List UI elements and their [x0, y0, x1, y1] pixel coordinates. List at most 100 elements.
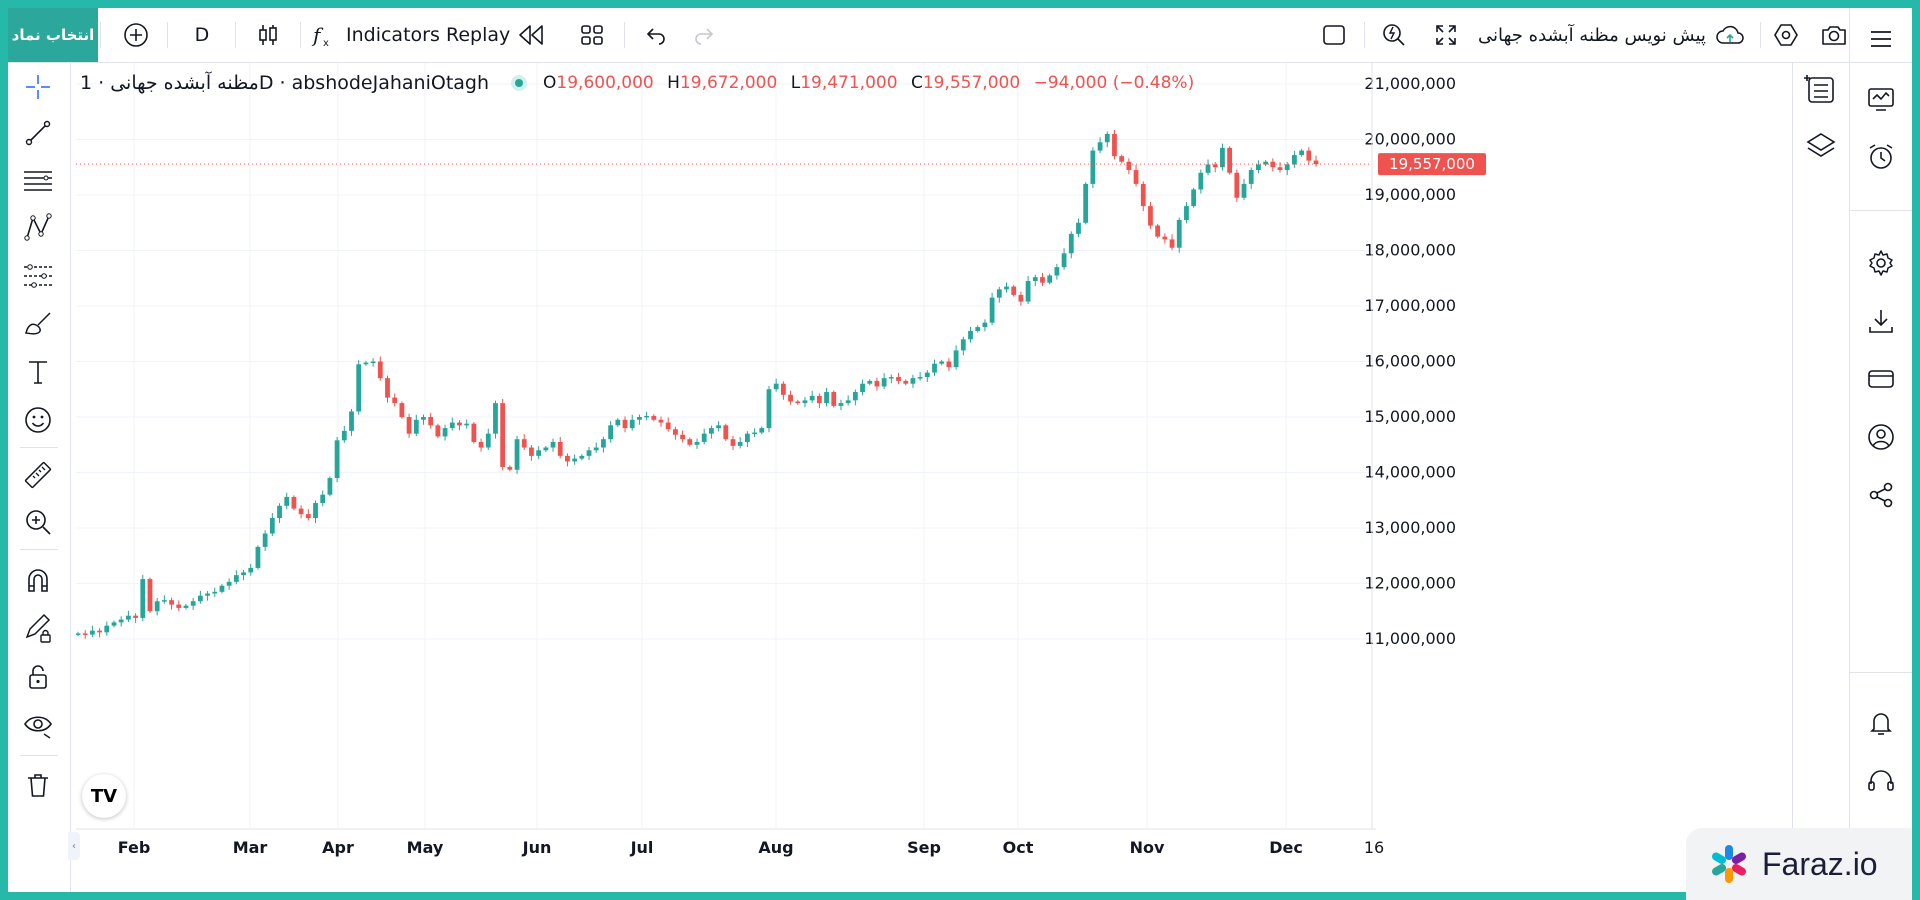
- brush-tool[interactable]: [21, 307, 55, 341]
- candle-body: [802, 400, 808, 404]
- candle-body: [694, 441, 700, 445]
- chart-type-button[interactable]: [248, 8, 288, 62]
- candle-body: [744, 433, 750, 442]
- candle-body: [284, 496, 290, 506]
- fullscreen-button[interactable]: [1426, 8, 1466, 62]
- layout-save-button[interactable]: پیش نویس مظنه آبشده جهانی: [1478, 8, 1708, 62]
- candle-body: [1241, 183, 1247, 198]
- candle-body: [161, 600, 167, 602]
- payment-button[interactable]: [1864, 362, 1898, 396]
- time-tick-label: May: [407, 838, 444, 857]
- expand-icon: [1436, 25, 1456, 45]
- interval-button[interactable]: D: [184, 8, 220, 62]
- cloud-save-button[interactable]: [1710, 8, 1750, 62]
- redo-icon: [695, 28, 714, 45]
- support-icon: [1868, 770, 1894, 791]
- measure-tool[interactable]: [21, 458, 55, 492]
- candle-body: [298, 508, 304, 515]
- candle-body: [313, 503, 318, 519]
- candle-body: [601, 439, 606, 448]
- candle-body: [507, 466, 513, 470]
- candle-body: [637, 417, 642, 420]
- support-button[interactable]: [1864, 764, 1898, 798]
- layout-button[interactable]: [572, 8, 612, 62]
- undo-icon: [646, 28, 665, 45]
- time-tick-label: Dec: [1269, 838, 1303, 857]
- indicators-button[interactable]: fx Indicators: [310, 8, 450, 62]
- fullscreen-box-button[interactable]: [1314, 8, 1354, 62]
- low-value: 19,471,000: [800, 73, 898, 93]
- candle-body: [1212, 164, 1218, 168]
- toolbar-collapse-handle[interactable]: ‹: [68, 832, 80, 860]
- text-tool[interactable]: [21, 355, 55, 389]
- candle-body: [572, 458, 578, 462]
- trend-line-tool[interactable]: [21, 116, 55, 150]
- watchlist-add-button[interactable]: [1803, 71, 1839, 107]
- symbol-search-button[interactable]: انتخاب نماد: [8, 8, 98, 62]
- candle-body: [1234, 172, 1240, 198]
- candle-body: [421, 417, 426, 420]
- candle-body: [269, 518, 275, 534]
- candle-body: [737, 441, 743, 446]
- replay-button[interactable]: Replay: [446, 8, 562, 62]
- candle-body: [608, 425, 614, 440]
- fib-tool[interactable]: [21, 164, 55, 198]
- candle-body: [903, 380, 909, 384]
- undo-button[interactable]: [636, 8, 676, 62]
- settings-hex-button[interactable]: [1766, 8, 1806, 62]
- candle-body: [449, 422, 455, 429]
- candle-body: [1119, 156, 1125, 162]
- list-add-icon: [1804, 75, 1834, 103]
- candle-body: [932, 363, 937, 373]
- market-status-dot[interactable]: [511, 75, 528, 91]
- candle-body: [996, 289, 1002, 298]
- drawing-toolbar: [8, 63, 71, 892]
- profile-button[interactable]: [1864, 420, 1898, 454]
- candle-body: [838, 403, 844, 406]
- trash-icon: [28, 774, 48, 797]
- redo-button[interactable]: [684, 8, 724, 62]
- alerts-button[interactable]: [1864, 140, 1898, 174]
- lock-drawing-tool[interactable]: [21, 612, 55, 646]
- candles-icon: [259, 25, 277, 45]
- notifications-button[interactable]: [1864, 706, 1898, 740]
- snapshot-button[interactable]: [1814, 8, 1854, 62]
- candle-body: [334, 440, 340, 479]
- candle-body: [701, 433, 707, 442]
- quick-search-button[interactable]: [1374, 8, 1414, 62]
- forecast-tool[interactable]: [21, 259, 55, 293]
- zoom-in-tool[interactable]: [21, 505, 55, 539]
- watchlist-button[interactable]: [1864, 82, 1898, 116]
- candle-body: [788, 394, 793, 402]
- candle-body: [413, 419, 419, 434]
- magnet-tool[interactable]: [21, 563, 55, 597]
- share-button[interactable]: [1864, 478, 1898, 512]
- symbol-title[interactable]: مظنه آبشده جهانی · 1D · abshodeJahaniOta…: [80, 72, 489, 94]
- hide-drawings-tool[interactable]: [21, 708, 55, 742]
- remove-drawings-tool[interactable]: [21, 768, 55, 802]
- layers-icon: [1806, 133, 1836, 157]
- settings-button[interactable]: [1864, 246, 1898, 280]
- price-tick-label: 15,000,000: [1364, 407, 1456, 426]
- toolbar-divider: [235, 22, 236, 48]
- candle-body: [975, 327, 981, 331]
- menu-button[interactable]: [1864, 22, 1898, 56]
- pattern-tool[interactable]: [21, 211, 55, 245]
- close-label: C: [910, 73, 923, 93]
- replay-label: Replay: [446, 24, 511, 46]
- lock-all-tool[interactable]: [21, 660, 55, 694]
- tool-divider: [20, 549, 58, 550]
- zoom-in-icon: [26, 510, 51, 535]
- price-chart[interactable]: 21,000,000 20,000,000 19,000,000 18,000,000…: [76, 63, 1792, 892]
- candle-body: [305, 514, 311, 519]
- tradingview-logo[interactable]: TV: [82, 774, 126, 818]
- download-button[interactable]: [1864, 304, 1898, 338]
- add-symbol-button[interactable]: [116, 8, 156, 62]
- emoji-tool[interactable]: [21, 403, 55, 437]
- download-icon: [1869, 310, 1893, 333]
- candle-body: [521, 439, 527, 448]
- candle-body: [205, 593, 210, 596]
- crosshair-tool[interactable]: [21, 70, 55, 104]
- object-tree-button[interactable]: [1803, 127, 1839, 163]
- candle-body: [730, 439, 736, 446]
